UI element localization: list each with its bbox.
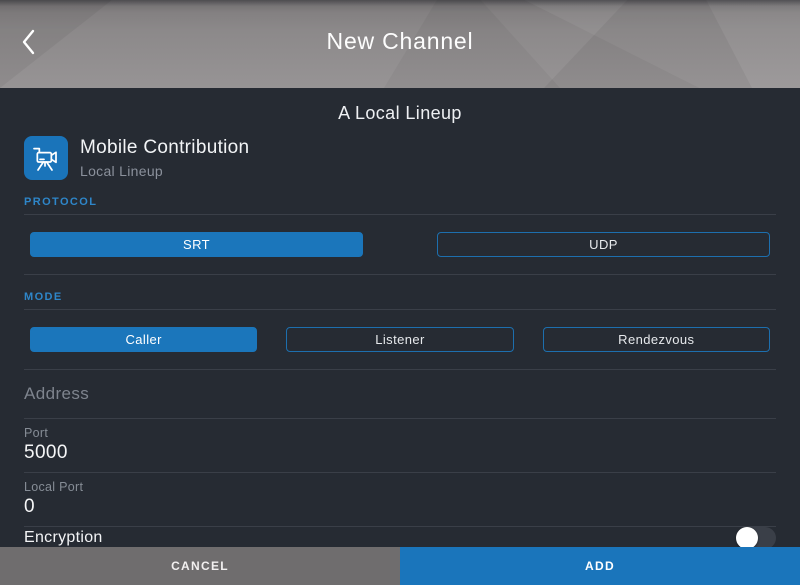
port-input[interactable] — [24, 442, 776, 464]
address-input[interactable] — [24, 370, 776, 418]
protocol-options: SRT UDP — [30, 232, 770, 257]
mode-option-caller[interactable]: Caller — [30, 327, 257, 352]
chevron-left-icon — [20, 28, 36, 56]
encryption-toggle[interactable] — [736, 527, 776, 547]
video-camera-icon — [24, 136, 68, 180]
local-port-label: Local Port — [24, 480, 776, 494]
channel-name: Mobile Contribution — [80, 137, 249, 159]
footer-actions: CANCEL ADD — [0, 547, 800, 585]
encryption-label: Encryption — [24, 529, 103, 547]
encryption-row: Encryption — [24, 527, 776, 547]
address-field-row — [24, 370, 776, 418]
port-field-row: Port — [24, 419, 776, 472]
protocol-option-udp[interactable]: UDP — [437, 232, 770, 257]
channel-form: A Local Lineup Mobile Contribution Local… — [0, 88, 800, 547]
add-button[interactable]: ADD — [400, 547, 800, 585]
page-title: A Local Lineup — [0, 103, 800, 124]
mode-option-rendezvous[interactable]: Rendezvous — [543, 327, 770, 352]
new-channel-screen: New Channel A Local Lineup Mobile Contri… — [0, 0, 800, 585]
channel-type: Local Lineup — [80, 163, 249, 179]
divider — [24, 214, 776, 215]
divider — [24, 309, 776, 310]
mode-options: Caller Listener Rendezvous — [30, 327, 770, 352]
divider — [24, 274, 776, 275]
protocol-option-srt[interactable]: SRT — [30, 232, 363, 257]
back-button[interactable] — [6, 18, 50, 66]
local-port-input[interactable] — [24, 496, 776, 518]
protocol-section-label: PROTOCOL — [24, 196, 776, 208]
toggle-knob — [736, 527, 758, 547]
cancel-button[interactable]: CANCEL — [0, 547, 400, 585]
header: New Channel — [0, 0, 800, 88]
header-title: New Channel — [0, 28, 800, 55]
channel-summary: Mobile Contribution Local Lineup — [24, 136, 776, 180]
mode-section-label: MODE — [24, 291, 776, 303]
local-port-field-row: Local Port — [24, 473, 776, 526]
mode-option-listener[interactable]: Listener — [286, 327, 513, 352]
channel-text: Mobile Contribution Local Lineup — [80, 137, 249, 179]
port-label: Port — [24, 426, 776, 440]
